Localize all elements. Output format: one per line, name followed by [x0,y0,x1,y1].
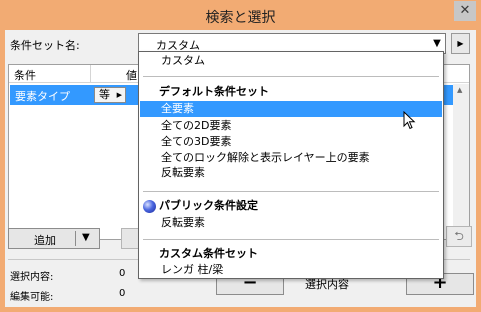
set-options-button[interactable]: ▶ [451,33,470,54]
dropdown-header-public: パブリック条件設定 [140,198,442,214]
condition-cell: 要素タイプ [15,90,70,103]
dropdown-item-public-invert[interactable]: 反転要素 [140,215,442,231]
dropdown-header-custom: カスタム条件セット [159,247,258,260]
set-name-dropdown: カスタム デフォルト条件セット 全要素 全ての2D要素 全ての3D要素 全てのロ… [138,51,444,279]
dialog-window: 検索と選択 ✕ 条件セット名: カスタム ▼ ▶ 条件 値 要素タイプ 等 ▶ [0,0,481,312]
editable-count-label: 編集可能: [10,292,54,303]
dropdown-item-all-elements[interactable]: 全要素 [140,101,442,117]
editable-count-value: 0 [119,288,126,299]
add-button[interactable]: 追加 ▼ [8,228,100,249]
set-name-label: 条件セット名: [10,39,80,52]
dropdown-header-default: デフォルト条件セット [159,85,269,98]
list-scrollbar[interactable]: ▲ ▼ [453,84,469,239]
window-title: 検索と選択 [205,10,276,26]
dropdown-item-custom[interactable]: カスタム [140,53,442,69]
operator-button[interactable]: 等 ▶ [94,87,126,103]
column-header-value[interactable]: 値 [126,67,137,83]
dropdown-item-invert[interactable]: 反転要素 [140,165,442,181]
operator-label: 等 [99,88,110,101]
mouse-pointer-icon [403,111,416,130]
scroll-up-icon[interactable]: ▲ [457,86,462,94]
dropdown-separator [143,239,439,240]
chevron-down-icon[interactable]: ▼ [82,232,90,243]
selection-count-label: 選択内容: [10,272,54,283]
dropdown-item-all-3d[interactable]: 全ての3D要素 [140,134,442,150]
selection-count-value: 0 [119,268,126,279]
column-divider[interactable] [90,65,91,83]
dropdown-separator [143,76,439,77]
dropdown-item-unlocked-visible[interactable]: 全てのロック解除と表示レイヤー上の要素 [140,150,442,166]
dropdown-separator [143,191,439,192]
column-header-condition[interactable]: 条件 [14,67,36,83]
add-button-label: 追加 [34,234,56,247]
globe-icon [143,200,156,213]
dropdown-header-public-label: パブリック条件設定 [159,199,258,212]
split-divider [75,231,76,246]
title-bar[interactable]: 検索と選択 ✕ [0,0,481,30]
chevron-right-icon: ▶ [116,91,122,99]
dropdown-item-brick-column[interactable]: レンガ 柱/梁 [140,262,442,278]
undo-icon[interactable]: ⮌ [446,226,472,247]
close-button[interactable]: ✕ [454,1,476,21]
dropdown-item-all-2d[interactable]: 全ての2D要素 [140,118,442,134]
